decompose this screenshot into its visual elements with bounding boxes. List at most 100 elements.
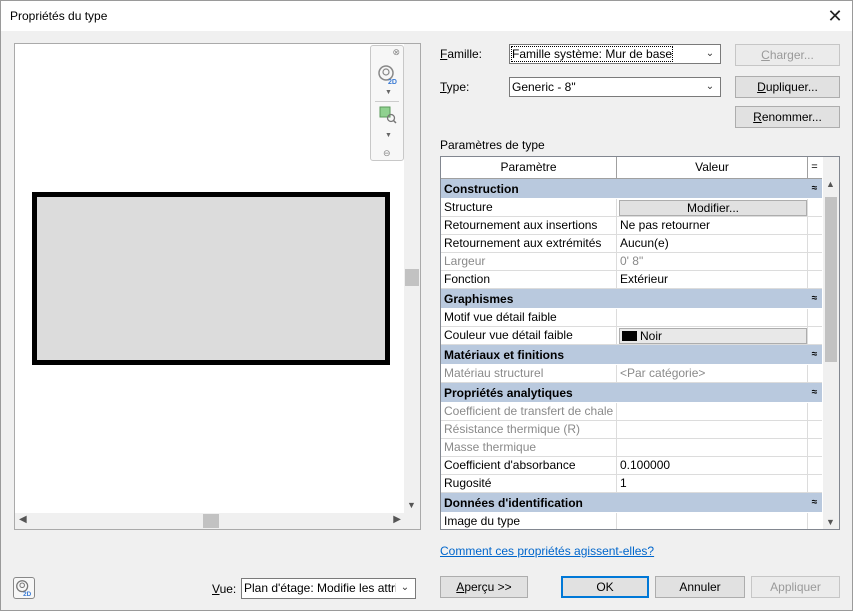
group-header-row[interactable]: Construction ≈ [441, 179, 822, 199]
parameter-row[interactable]: Retournement aux insertions Ne pas retour… [441, 217, 822, 235]
parameter-name: Retournement aux extrémités [441, 235, 617, 253]
parameter-row[interactable]: Largeur 0' 8" [441, 253, 822, 271]
zoom-2d-icon[interactable]: 2D [13, 577, 35, 599]
parameter-name: Résistance thermique (R) [441, 421, 617, 439]
grid-rows: Construction ≈ Structure Modifier... Retourn… [441, 179, 822, 529]
preview-horizontal-scrollbar[interactable]: ◀ ▶ [15, 513, 405, 529]
chevron-down-icon[interactable]: ⌄ [703, 79, 717, 95]
parameter-value[interactable] [617, 309, 808, 327]
parameter-value[interactable]: 0.100000 [617, 457, 808, 475]
parameter-name: Coefficient d'absorbance [441, 457, 617, 475]
parameter-value[interactable]: 1 [617, 475, 808, 493]
wall-preview-shape [32, 192, 390, 365]
view-label: Vue: [212, 582, 237, 596]
group-title: Construction [444, 182, 519, 196]
family-select[interactable]: Famille système: Mur de base ⌄ [509, 44, 721, 64]
parameter-name: Rugosité [441, 475, 617, 493]
scroll-thumb[interactable] [405, 269, 419, 286]
parameter-value [617, 439, 808, 457]
group-title: Graphismes [444, 292, 514, 306]
column-header-value[interactable]: Valeur [617, 157, 808, 179]
group-header-row[interactable]: Propriétés analytiques ≈ [441, 383, 822, 403]
parameter-row[interactable]: Image du type [441, 513, 822, 529]
type-parameters-grid[interactable]: Paramètre Valeur = Construction ≈ Structur… [440, 156, 840, 530]
color-swatch [622, 331, 637, 341]
collapse-icon[interactable]: ≈ [807, 345, 822, 365]
zoom-region-icon[interactable] [379, 106, 397, 124]
parameter-row[interactable]: Motif vue détail faible [441, 309, 822, 327]
parameter-value [617, 403, 808, 421]
group-header-row[interactable]: Données d'identification ≈ [441, 493, 822, 513]
nav-bar-close-icon[interactable]: ⊗ [392, 47, 400, 58]
parameter-row[interactable]: Masse thermique [441, 439, 822, 457]
parameter-name: Matériau structurel [441, 365, 617, 383]
column-header-parameter[interactable]: Paramètre [441, 157, 617, 179]
parameter-row[interactable]: Matériau structurel <Par catégorie> [441, 365, 822, 383]
type-parameters-title: Paramètres de type [440, 138, 545, 152]
parameter-value[interactable]: Extérieur [617, 271, 808, 289]
parameter-row[interactable]: Retournement aux extrémités Aucun(e) [441, 235, 822, 253]
edit-structure-button[interactable]: Modifier... [619, 200, 807, 216]
parameter-value[interactable] [617, 513, 808, 529]
type-select[interactable]: Generic - 8" ⌄ [509, 77, 721, 97]
help-link[interactable]: Comment ces propriétés agissent-elles? [440, 544, 654, 558]
parameter-row[interactable]: Fonction Extérieur [441, 271, 822, 289]
rename-button[interactable]: Renommer... [735, 106, 840, 128]
scroll-down-icon[interactable]: ▼ [826, 517, 835, 527]
grid-vertical-scrollbar[interactable]: ▲ ▼ [823, 157, 839, 529]
parameter-value: 0' 8" [617, 253, 808, 271]
duplicate-button[interactable]: Dupliquer... [735, 76, 840, 98]
chevron-down-icon[interactable]: ⌄ [398, 580, 412, 596]
parameter-name: Motif vue détail faible [441, 309, 617, 327]
load-button[interactable]: Charger... [735, 44, 840, 66]
scroll-thumb[interactable] [825, 197, 837, 362]
window-title: Propriétés du type [10, 9, 108, 23]
color-name: Noir [640, 329, 663, 343]
scroll-thumb[interactable] [203, 514, 219, 528]
scroll-left-icon[interactable]: ◀ [19, 514, 27, 525]
family-select-value: Famille système: Mur de base [510, 46, 674, 62]
parameter-row[interactable]: Résistance thermique (R) [441, 421, 822, 439]
preview-pane[interactable]: ⊗ 2D ▼ ▼ ⊖ ▼ ◀ ▶ [14, 43, 421, 530]
zoom-2d-icon[interactable]: 2D [377, 64, 399, 86]
preview-vertical-scrollbar[interactable]: ▼ [404, 44, 420, 514]
parameter-name: Couleur vue détail faible [441, 327, 617, 345]
chevron-down-icon[interactable]: ▼ [385, 89, 392, 96]
collapse-icon[interactable]: ≈ [807, 493, 822, 513]
cancel-button[interactable]: Annuler [655, 576, 745, 598]
group-title: Propriétés analytiques [444, 386, 573, 400]
scroll-corner [404, 513, 420, 529]
collapse-icon[interactable]: ≈ [807, 289, 822, 309]
sort-toggle-icon[interactable]: = [807, 157, 822, 179]
chevron-down-icon[interactable]: ⌄ [703, 46, 717, 62]
scroll-right-icon[interactable]: ▶ [393, 514, 401, 525]
parameter-name: Retournement aux insertions [441, 217, 617, 235]
scroll-down-icon[interactable]: ▼ [407, 500, 416, 510]
parameter-value[interactable]: Aucun(e) [617, 235, 808, 253]
scroll-up-icon[interactable]: ▲ [826, 179, 835, 189]
parameter-name: Structure [441, 199, 617, 217]
svg-text:2D: 2D [23, 591, 32, 598]
parameter-value[interactable]: Ne pas retourner [617, 217, 808, 235]
parameter-row[interactable]: Structure Modifier... [441, 199, 822, 217]
parameter-row[interactable]: Rugosité 1 [441, 475, 822, 493]
view-select[interactable]: Plan d'étage: Modifie les attribu ⌄ [241, 578, 416, 599]
type-properties-dialog: Propriétés du type ✕ ⊗ 2D ▼ ▼ ⊖ ▼ ◀ ▶ Fa… [0, 0, 853, 611]
parameter-row[interactable]: Coefficient de transfert de chale [441, 403, 822, 421]
preview-button[interactable]: Aperçu >> [440, 576, 528, 598]
apply-button[interactable]: Appliquer [751, 576, 840, 598]
close-icon[interactable]: ✕ [824, 5, 846, 27]
scrollbar-top-cap [823, 157, 839, 179]
collapse-icon[interactable]: ≈ [807, 179, 822, 199]
color-picker-button[interactable]: Noir [619, 328, 807, 344]
group-header-row[interactable]: Graphismes ≈ [441, 289, 822, 309]
ok-button[interactable]: OK [561, 576, 649, 598]
parameter-row[interactable]: Couleur vue détail faible Noir [441, 327, 822, 345]
collapse-icon[interactable]: ≈ [807, 383, 822, 403]
navigation-bar: ⊗ 2D ▼ ▼ ⊖ [370, 45, 404, 161]
parameter-row[interactable]: Coefficient d'absorbance 0.100000 [441, 457, 822, 475]
chevron-down-icon[interactable]: ▼ [385, 132, 392, 139]
preview-canvas[interactable]: ⊗ 2D ▼ ▼ ⊖ [15, 44, 405, 512]
nav-bar-grip-icon[interactable]: ⊖ [383, 148, 391, 159]
group-header-row[interactable]: Matériaux et finitions ≈ [441, 345, 822, 365]
